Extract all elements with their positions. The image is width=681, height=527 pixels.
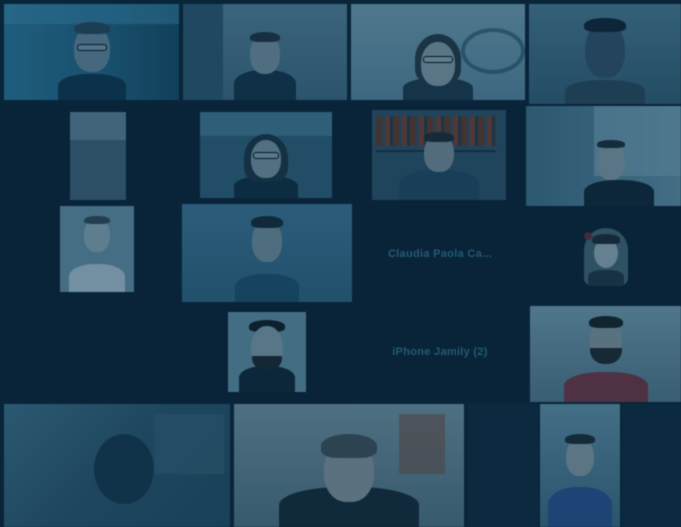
participant-tile[interactable] [4,4,179,100]
participant-name: iPhone Jamily (2) [392,346,488,358]
participant-tile[interactable] [4,404,230,527]
participant-tile[interactable] [526,106,681,206]
glasses-icon [76,44,107,51]
participant-body [57,74,126,100]
participant-tile[interactable] [4,106,178,202]
participant-tile[interactable] [4,204,178,302]
participant-tile[interactable] [234,404,464,527]
video-gallery: Claudia Paola Ca... iPhone Jamily (2) [0,0,681,527]
participant-tile[interactable] [529,4,681,104]
participant-head [421,42,455,86]
participant-body [235,274,299,302]
participant-tile[interactable] [468,404,538,527]
participant-body [563,372,648,402]
participant-tile[interactable]: Claudia Paola Ca... [354,206,526,302]
participant-body [584,180,654,206]
participant-body [69,264,125,292]
participant-tile[interactable] [354,106,526,202]
participant-name: Claudia Paola Ca... [387,248,493,260]
participant-tile[interactable] [540,404,620,527]
participant-body [565,80,645,104]
participant-head [251,140,281,178]
participant-tile[interactable] [528,206,681,302]
participant-body [234,70,296,100]
participant-tile[interactable] [530,306,681,402]
wall-logo [461,28,525,74]
participant-tile[interactable]: iPhone Jamily (2) [354,304,526,400]
participant-body [399,170,479,200]
glasses-icon [423,56,453,63]
participant-tile[interactable] [182,106,350,202]
participant-tile[interactable] [622,404,681,527]
glasses-icon [253,152,279,159]
participant-body [548,487,612,527]
participant-tile[interactable] [183,4,347,100]
participant-tile[interactable] [186,304,352,402]
participant-tile[interactable] [182,204,352,302]
participant-tile[interactable] [351,4,525,100]
